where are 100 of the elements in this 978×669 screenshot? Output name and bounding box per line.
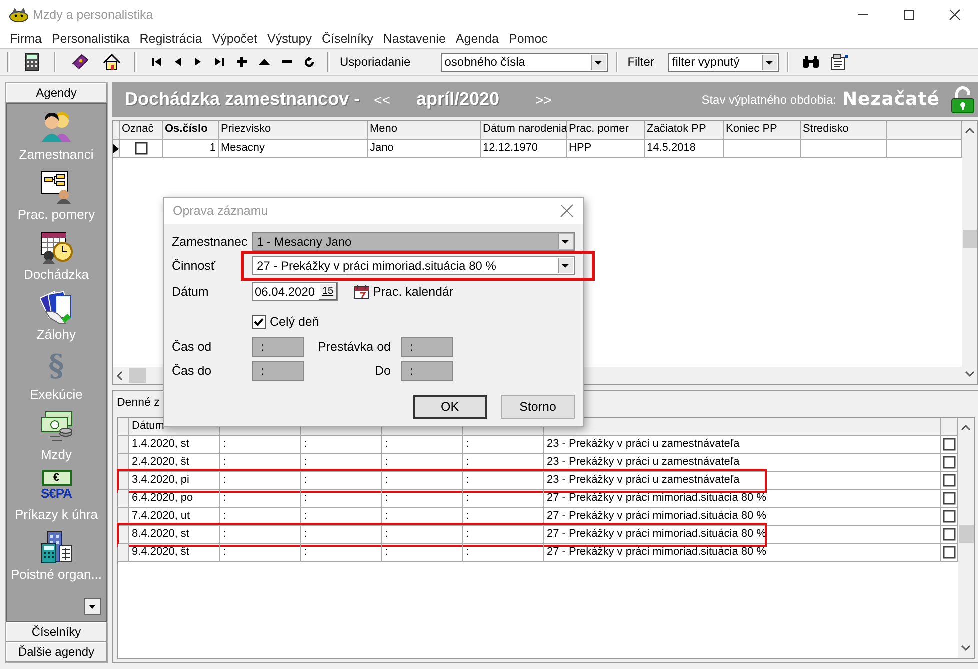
column-header[interactable]: Koniec PP bbox=[724, 121, 801, 140]
menu-item[interactable]: Personalistika bbox=[46, 32, 135, 46]
add-icon[interactable] bbox=[237, 57, 247, 67]
sidebar-header[interactable]: Agendy bbox=[6, 83, 107, 103]
checkbox[interactable] bbox=[942, 438, 956, 451]
table-cell: : bbox=[220, 508, 301, 526]
menu-item[interactable]: Nastavenie bbox=[378, 32, 451, 46]
properties-icon[interactable] bbox=[830, 54, 850, 70]
book-icon[interactable] bbox=[71, 54, 89, 70]
previous-icon[interactable] bbox=[174, 57, 182, 67]
column-header[interactable]: Dátum narodenia bbox=[481, 121, 567, 140]
field-label: Čas do bbox=[172, 364, 213, 378]
column-header[interactable]: Prac. pomer bbox=[567, 121, 645, 140]
calendar-link[interactable]: Prac. kalendár bbox=[373, 284, 454, 298]
calculator-icon[interactable] bbox=[25, 53, 39, 71]
calendar-icon[interactable] bbox=[354, 284, 370, 300]
table-cell: : bbox=[463, 490, 544, 508]
home-icon[interactable] bbox=[103, 54, 121, 70]
binoculars-icon[interactable] bbox=[802, 55, 820, 69]
refresh-icon[interactable] bbox=[304, 56, 315, 68]
column-header[interactable]: Priezvisko bbox=[219, 121, 368, 140]
dropdown-field[interactable]: filter vypnutý bbox=[668, 52, 780, 72]
checkbox[interactable] bbox=[942, 528, 956, 541]
section-title: Denné z bbox=[117, 396, 160, 411]
paragraph-icon: § bbox=[48, 350, 64, 384]
ok-button[interactable]: OK bbox=[413, 395, 487, 419]
first-icon[interactable] bbox=[151, 57, 162, 67]
checkbox[interactable] bbox=[134, 142, 148, 155]
table-cell: : bbox=[463, 526, 544, 544]
dropdown-icon[interactable] bbox=[590, 54, 606, 70]
sidebar-item[interactable]: € S€PA Príkazy k úhra bbox=[7, 470, 106, 530]
scrollbar-thumb[interactable] bbox=[962, 230, 976, 248]
row-header bbox=[118, 472, 129, 490]
menu-item[interactable]: Výpočet bbox=[207, 32, 262, 46]
date-field[interactable]: 06.04.2020 15 bbox=[252, 282, 338, 301]
status-label: Stav výplatného obdobia: bbox=[702, 92, 836, 106]
table-cell: : bbox=[463, 472, 544, 490]
field-label: Filter bbox=[628, 55, 654, 69]
column-header[interactable]: Meno bbox=[368, 121, 481, 140]
menu-item[interactable]: Pomoc bbox=[504, 32, 553, 46]
table-cell: : bbox=[220, 526, 301, 544]
checkbox[interactable] bbox=[942, 456, 956, 469]
checkbox[interactable] bbox=[942, 510, 956, 523]
dialog-title: Oprava záznamu bbox=[173, 204, 268, 218]
menu-item[interactable]: Firma bbox=[5, 32, 47, 46]
table-cell: 27 - Prekážky v práci mimoriad.situácia 80 % bbox=[544, 490, 941, 508]
checkbox[interactable] bbox=[942, 474, 956, 487]
table-cell: 2.4.2020, št bbox=[129, 454, 220, 472]
menu-item[interactable]: Výstupy bbox=[262, 32, 317, 46]
table-cell: : bbox=[301, 544, 382, 562]
dropdown-field[interactable]: osobného čísla bbox=[440, 52, 608, 72]
table-cell: 23 - Prekážky v práci u zamestnávateľa bbox=[544, 454, 941, 472]
table-cell: : bbox=[220, 454, 301, 472]
menu-item[interactable]: Agenda bbox=[450, 32, 504, 46]
scrollbar-thumb[interactable] bbox=[958, 525, 974, 543]
table-cell: Mesacny bbox=[219, 140, 368, 158]
field-label: Do bbox=[374, 364, 391, 378]
table-cell: : bbox=[301, 436, 382, 454]
unlocked-icon[interactable] bbox=[950, 86, 976, 114]
sidebar-button[interactable]: Ďalšie agendy bbox=[6, 642, 107, 662]
field-label: Zamestnanec bbox=[172, 234, 249, 248]
dropdown-icon[interactable] bbox=[762, 54, 778, 70]
menu-item[interactable]: Číselníky bbox=[316, 32, 378, 46]
sidebar-button[interactable]: Číselníky bbox=[6, 622, 107, 642]
checkbox[interactable] bbox=[252, 315, 266, 329]
field-label: Činnosť bbox=[172, 258, 217, 272]
checkbox-label: Celý deň bbox=[270, 315, 320, 329]
table-cell: 27 - Prekážky v práci mimoriad.situácia 80 % bbox=[544, 508, 941, 526]
row-header bbox=[118, 490, 129, 508]
up-icon[interactable] bbox=[259, 58, 270, 66]
table-cell: 23 - Prekážky v práci u zamestnávateľa bbox=[544, 472, 941, 490]
menu-item[interactable]: Registrácia bbox=[134, 32, 208, 46]
field-label: Usporiadanie bbox=[340, 55, 411, 69]
row-header bbox=[118, 544, 129, 562]
table-cell: : bbox=[220, 544, 301, 562]
table-cell: : bbox=[463, 436, 544, 454]
table-cell: : bbox=[301, 454, 382, 472]
next-icon[interactable] bbox=[194, 57, 202, 67]
table-cell: : bbox=[301, 526, 382, 544]
close-icon[interactable] bbox=[560, 204, 574, 218]
column-header[interactable]: Začiatok PP bbox=[645, 121, 724, 140]
row-header bbox=[118, 436, 129, 454]
column-header[interactable]: Označ bbox=[120, 121, 163, 140]
column-header[interactable]: Stredisko bbox=[801, 121, 887, 140]
window-title: Mzdy a personalistika bbox=[33, 8, 154, 22]
last-icon[interactable] bbox=[214, 57, 225, 67]
cards-icon bbox=[40, 290, 74, 324]
header-cell bbox=[118, 418, 129, 436]
checkbox[interactable] bbox=[942, 492, 956, 505]
table-cell: 1.4.2020, st bbox=[129, 436, 220, 454]
money-icon bbox=[40, 410, 74, 444]
column-header[interactable]: Os.číslo bbox=[163, 121, 219, 140]
dropdown-icon[interactable] bbox=[84, 598, 101, 615]
dropdown-icon[interactable] bbox=[558, 258, 573, 273]
cancel-button[interactable]: Storno bbox=[501, 395, 575, 419]
checkbox[interactable] bbox=[942, 546, 956, 559]
table-cell: 1 bbox=[163, 140, 219, 158]
dropdown-field[interactable]: 27 - Prekážky v práci mimoriad.situácia 80 % bbox=[252, 256, 575, 275]
table-cell: 9.4.2020, št bbox=[129, 544, 220, 562]
scrollbar-thumb[interactable] bbox=[129, 368, 146, 383]
